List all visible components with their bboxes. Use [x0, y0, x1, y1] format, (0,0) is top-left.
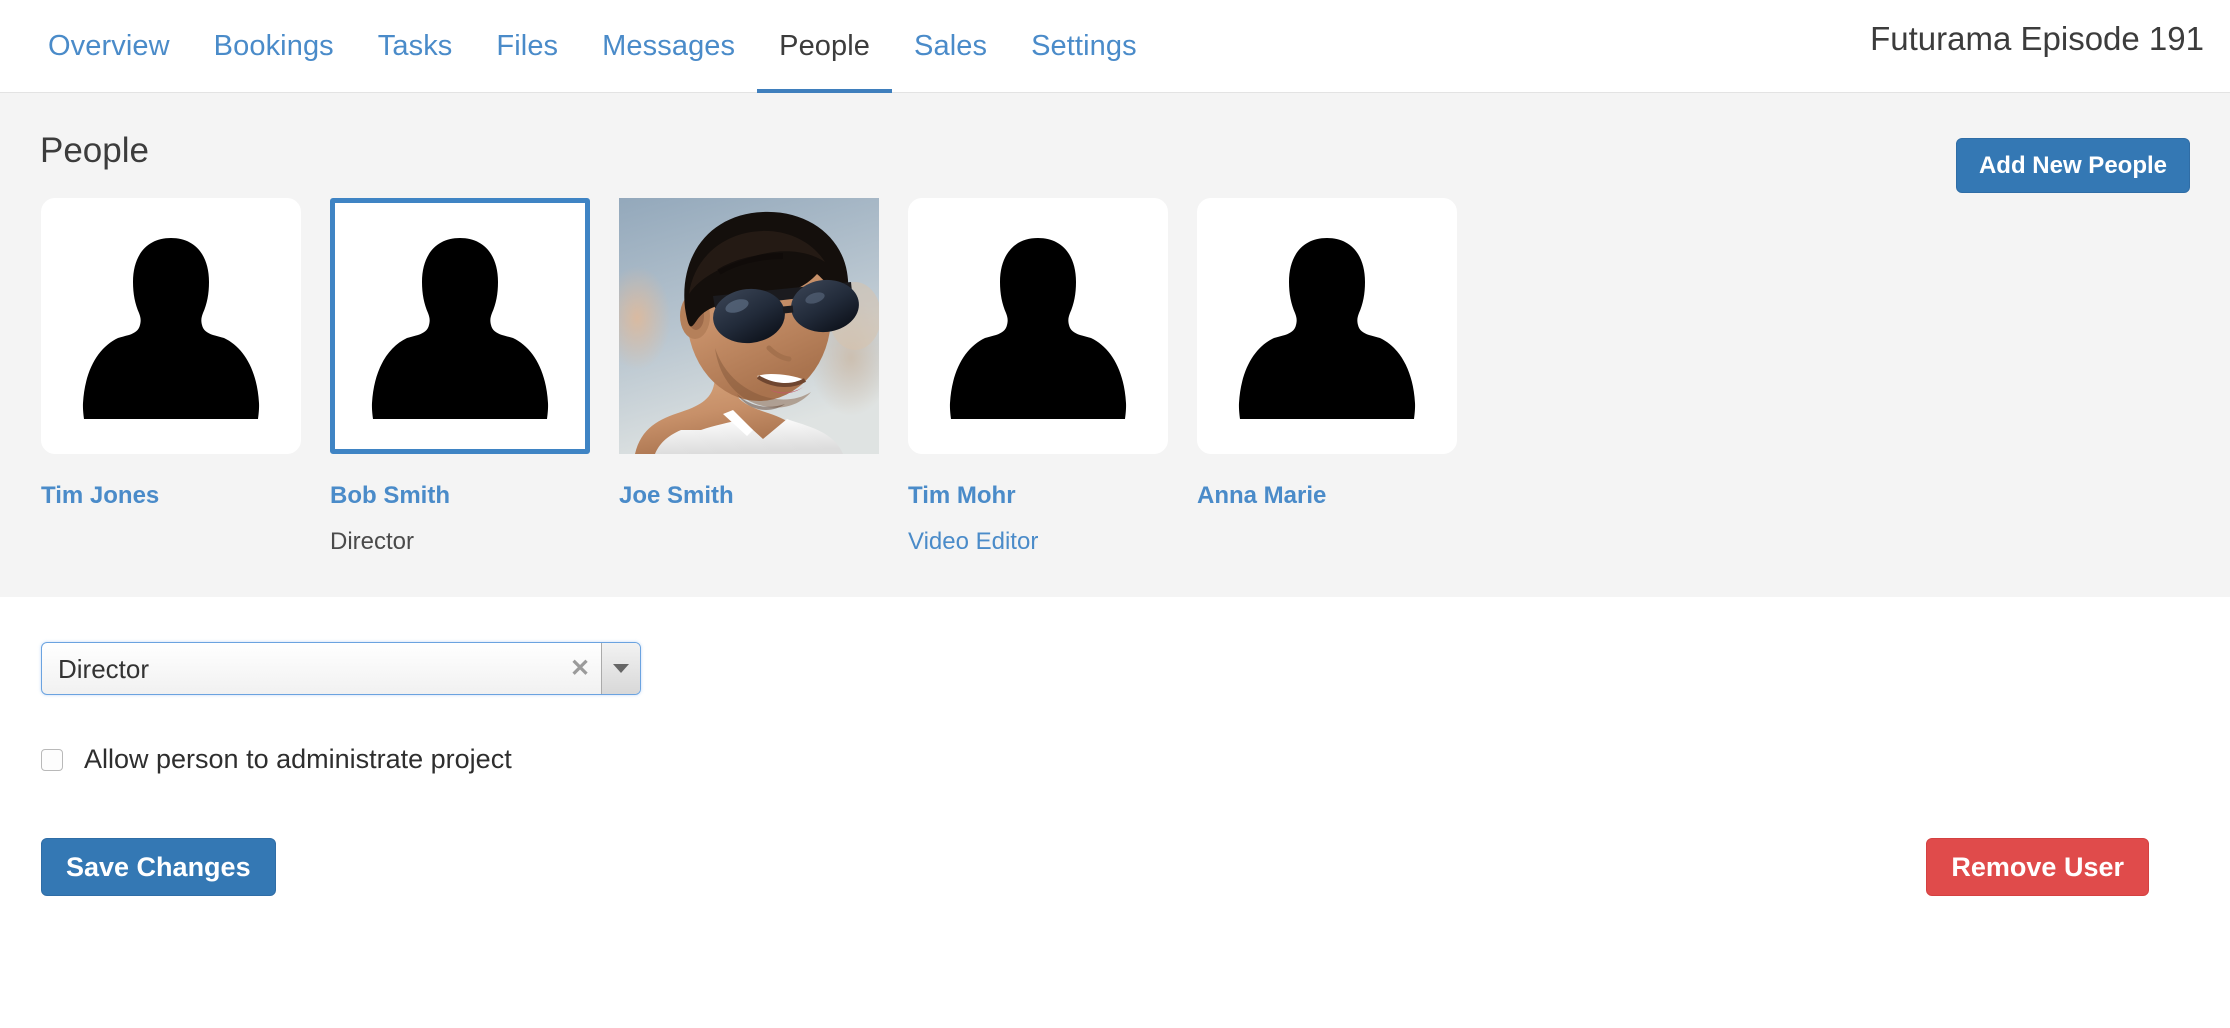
tab-tasks[interactable]: Tasks: [356, 26, 475, 94]
tab-files[interactable]: Files: [474, 26, 580, 94]
save-changes-button[interactable]: Save Changes: [41, 838, 276, 896]
people-panel: People Add New People Tim Jones Bob Smith…: [0, 93, 2230, 598]
person-detail-form: Director ✕ Allow person to administrate …: [0, 642, 2230, 1028]
photo-avatar[interactable]: [619, 198, 879, 454]
silhouette-avatar[interactable]: [1197, 198, 1457, 454]
tab-settings[interactable]: Settings: [1009, 26, 1159, 94]
nav-tab-list: Overview Bookings Tasks Files Messages People…: [0, 0, 1159, 94]
person-card[interactable]: Bob Smith Director: [330, 198, 590, 554]
project-title: Futurama Episode 191: [1870, 20, 2204, 57]
person-card[interactable]: Tim Jones: [41, 198, 301, 554]
person-name[interactable]: Bob Smith: [330, 484, 590, 508]
chevron-down-icon: [613, 664, 629, 673]
tab-sales[interactable]: Sales: [892, 26, 1009, 94]
tab-bookings[interactable]: Bookings: [192, 26, 356, 94]
person-card[interactable]: Anna Marie: [1197, 198, 1457, 554]
person-card[interactable]: Tim Mohr Video Editor: [908, 198, 1168, 554]
tab-overview[interactable]: Overview: [26, 26, 192, 94]
tab-people[interactable]: People: [757, 26, 893, 94]
person-role: Director: [330, 528, 415, 555]
form-actions: Save Changes Remove User: [41, 838, 2230, 898]
remove-user-button[interactable]: Remove User: [1926, 838, 2149, 896]
person-name[interactable]: Tim Mohr: [908, 484, 1168, 508]
panel-header: People Add New People: [0, 93, 2230, 198]
people-page: Overview Bookings Tasks Files Messages People…: [0, 0, 2230, 1028]
person-card[interactable]: Joe Smith: [619, 198, 879, 554]
add-new-people-button[interactable]: Add New People: [1955, 138, 2190, 193]
person-name[interactable]: Tim Jones: [41, 484, 301, 508]
admin-checkbox-row: Allow person to administrate project: [41, 746, 2230, 773]
role-select-dropdown-toggle[interactable]: [601, 643, 640, 694]
tab-messages[interactable]: Messages: [580, 26, 757, 94]
top-navigation-bar: Overview Bookings Tasks Files Messages People…: [0, 0, 2230, 94]
clear-icon[interactable]: ✕: [559, 643, 601, 694]
person-name[interactable]: Anna Marie: [1197, 484, 1457, 508]
silhouette-avatar[interactable]: [330, 198, 590, 454]
person-role[interactable]: Video Editor: [908, 530, 1168, 554]
silhouette-avatar[interactable]: [908, 198, 1168, 454]
person-name[interactable]: Joe Smith: [619, 484, 879, 508]
page-title: People: [40, 131, 149, 170]
role-select-value: Director: [58, 653, 150, 684]
allow-administrate-checkbox[interactable]: [41, 748, 63, 771]
people-card-list: Tim Jones Bob Smith Director Joe Smith Tim M…: [0, 198, 2230, 554]
silhouette-avatar[interactable]: [41, 198, 301, 454]
allow-administrate-label[interactable]: Allow person to administrate project: [84, 746, 512, 773]
role-select[interactable]: Director ✕: [41, 642, 641, 695]
